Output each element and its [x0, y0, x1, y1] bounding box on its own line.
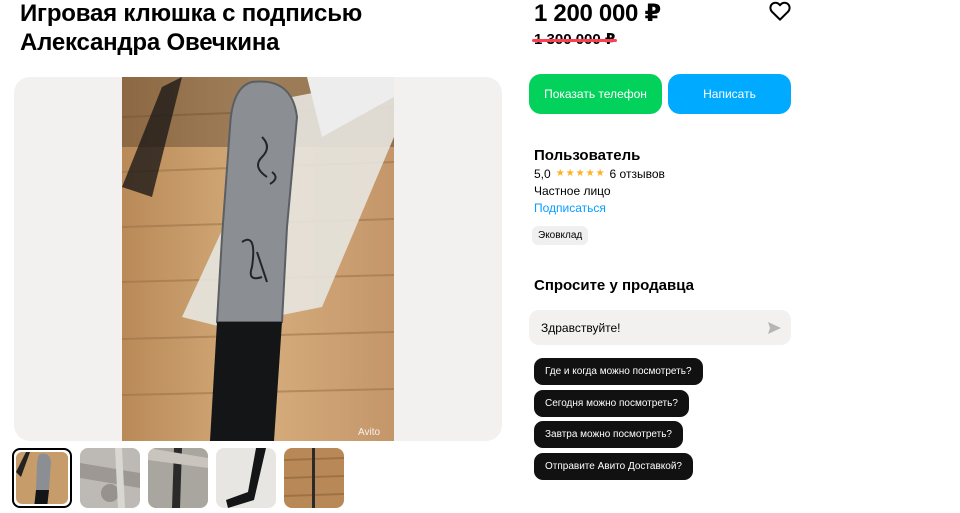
thumbnail-2[interactable]	[80, 448, 140, 508]
main-photo[interactable]: Avito	[122, 77, 394, 441]
price: 1 200 000 ₽	[534, 0, 661, 27]
avito-watermark: Avito	[358, 427, 380, 438]
thumbnail-strip	[12, 448, 344, 508]
ask-seller-title: Спросите у продавца	[534, 277, 694, 294]
star-icon: ★	[565, 168, 575, 179]
message-input[interactable]: Здравствуйте!	[529, 310, 791, 345]
quick-question-chip[interactable]: Сегодня можно посмотреть?	[534, 390, 689, 417]
seller-badge[interactable]: Эковклад	[532, 226, 589, 245]
seller-rating[interactable]: 5,0 ★ ★ ★ ★ ★ 6 отзывов	[534, 166, 665, 182]
rating-stars: ★ ★ ★ ★ ★	[556, 166, 605, 182]
quick-question-chip[interactable]: Где и когда можно посмотреть?	[534, 358, 703, 385]
listing-title: Игровая клюшка с подписью Александра Ове…	[20, 0, 500, 57]
thumbnail-5[interactable]	[284, 448, 344, 508]
seller-name[interactable]: Пользователь	[534, 147, 640, 165]
thumbnail-1[interactable]	[12, 448, 72, 508]
quick-question-chip[interactable]: Отправите Авито Доставкой?	[534, 453, 693, 480]
heart-icon[interactable]	[769, 1, 791, 21]
message-input-value: Здравствуйте!	[541, 321, 621, 335]
star-icon: ★	[555, 168, 565, 179]
image-gallery[interactable]: Avito	[14, 77, 502, 441]
star-icon: ★	[595, 168, 605, 179]
title-line-1: Игровая клюшка с подписью	[20, 0, 363, 27]
show-phone-button[interactable]: Показать телефон	[529, 74, 662, 114]
thumbnail-3[interactable]	[148, 448, 208, 508]
write-message-button[interactable]: Написать	[668, 74, 791, 114]
hockey-stick-photo: Avito	[122, 77, 394, 441]
subscribe-link[interactable]: Подписаться	[534, 200, 606, 216]
reviews-count[interactable]: 6 отзывов	[610, 166, 665, 182]
old-price: 1 300 000 ₽	[532, 30, 618, 50]
thumbnail-4[interactable]	[216, 448, 276, 508]
title-line-2: Александра Овечкина	[20, 29, 280, 56]
rating-value: 5,0	[534, 167, 551, 181]
strikethrough-line	[532, 39, 618, 42]
star-icon: ★	[575, 168, 585, 179]
send-arrow-icon[interactable]	[768, 321, 781, 334]
seller-type: Частное лицо	[534, 184, 611, 198]
quick-question-chip[interactable]: Завтра можно посмотреть?	[534, 421, 683, 448]
star-icon: ★	[585, 168, 595, 179]
